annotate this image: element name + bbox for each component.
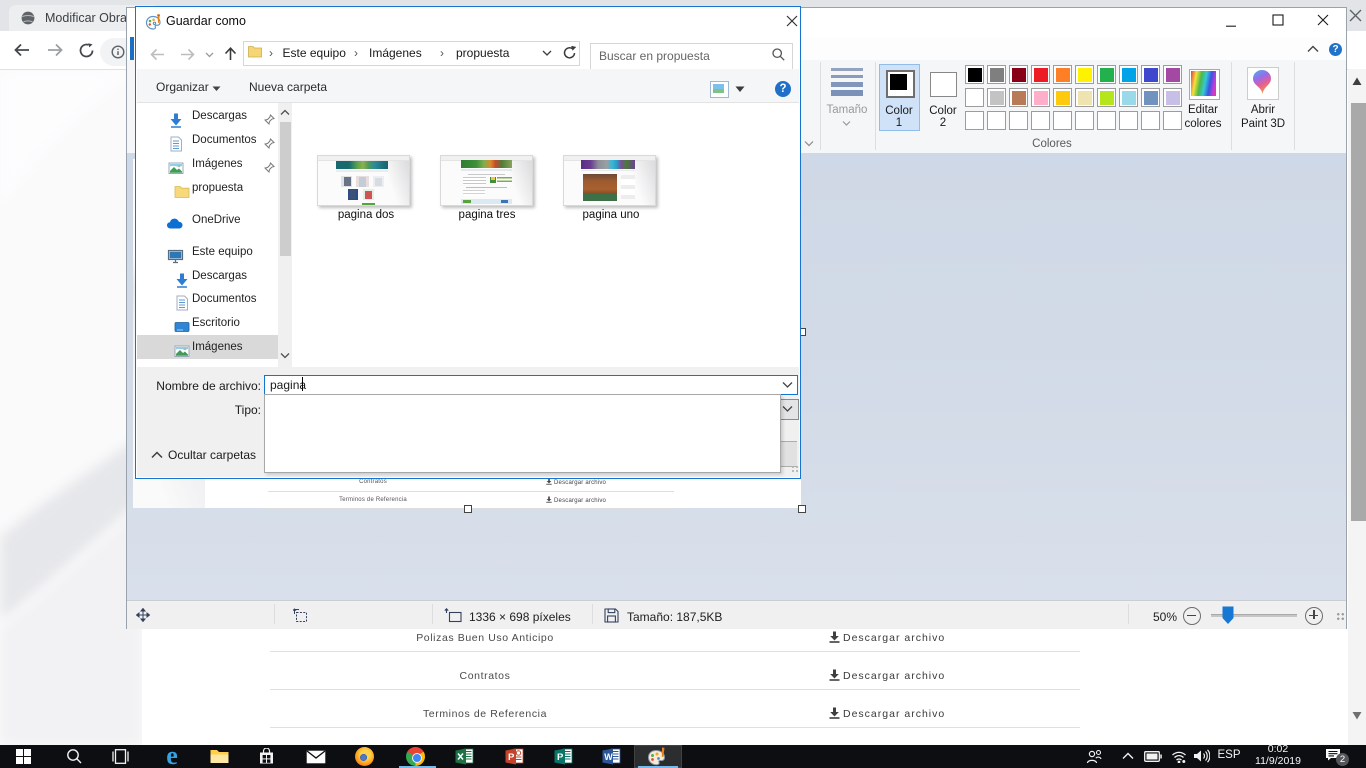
- svg-text:W: W: [604, 752, 613, 762]
- svg-text:P: P: [557, 752, 564, 763]
- svg-text:P: P: [508, 752, 515, 763]
